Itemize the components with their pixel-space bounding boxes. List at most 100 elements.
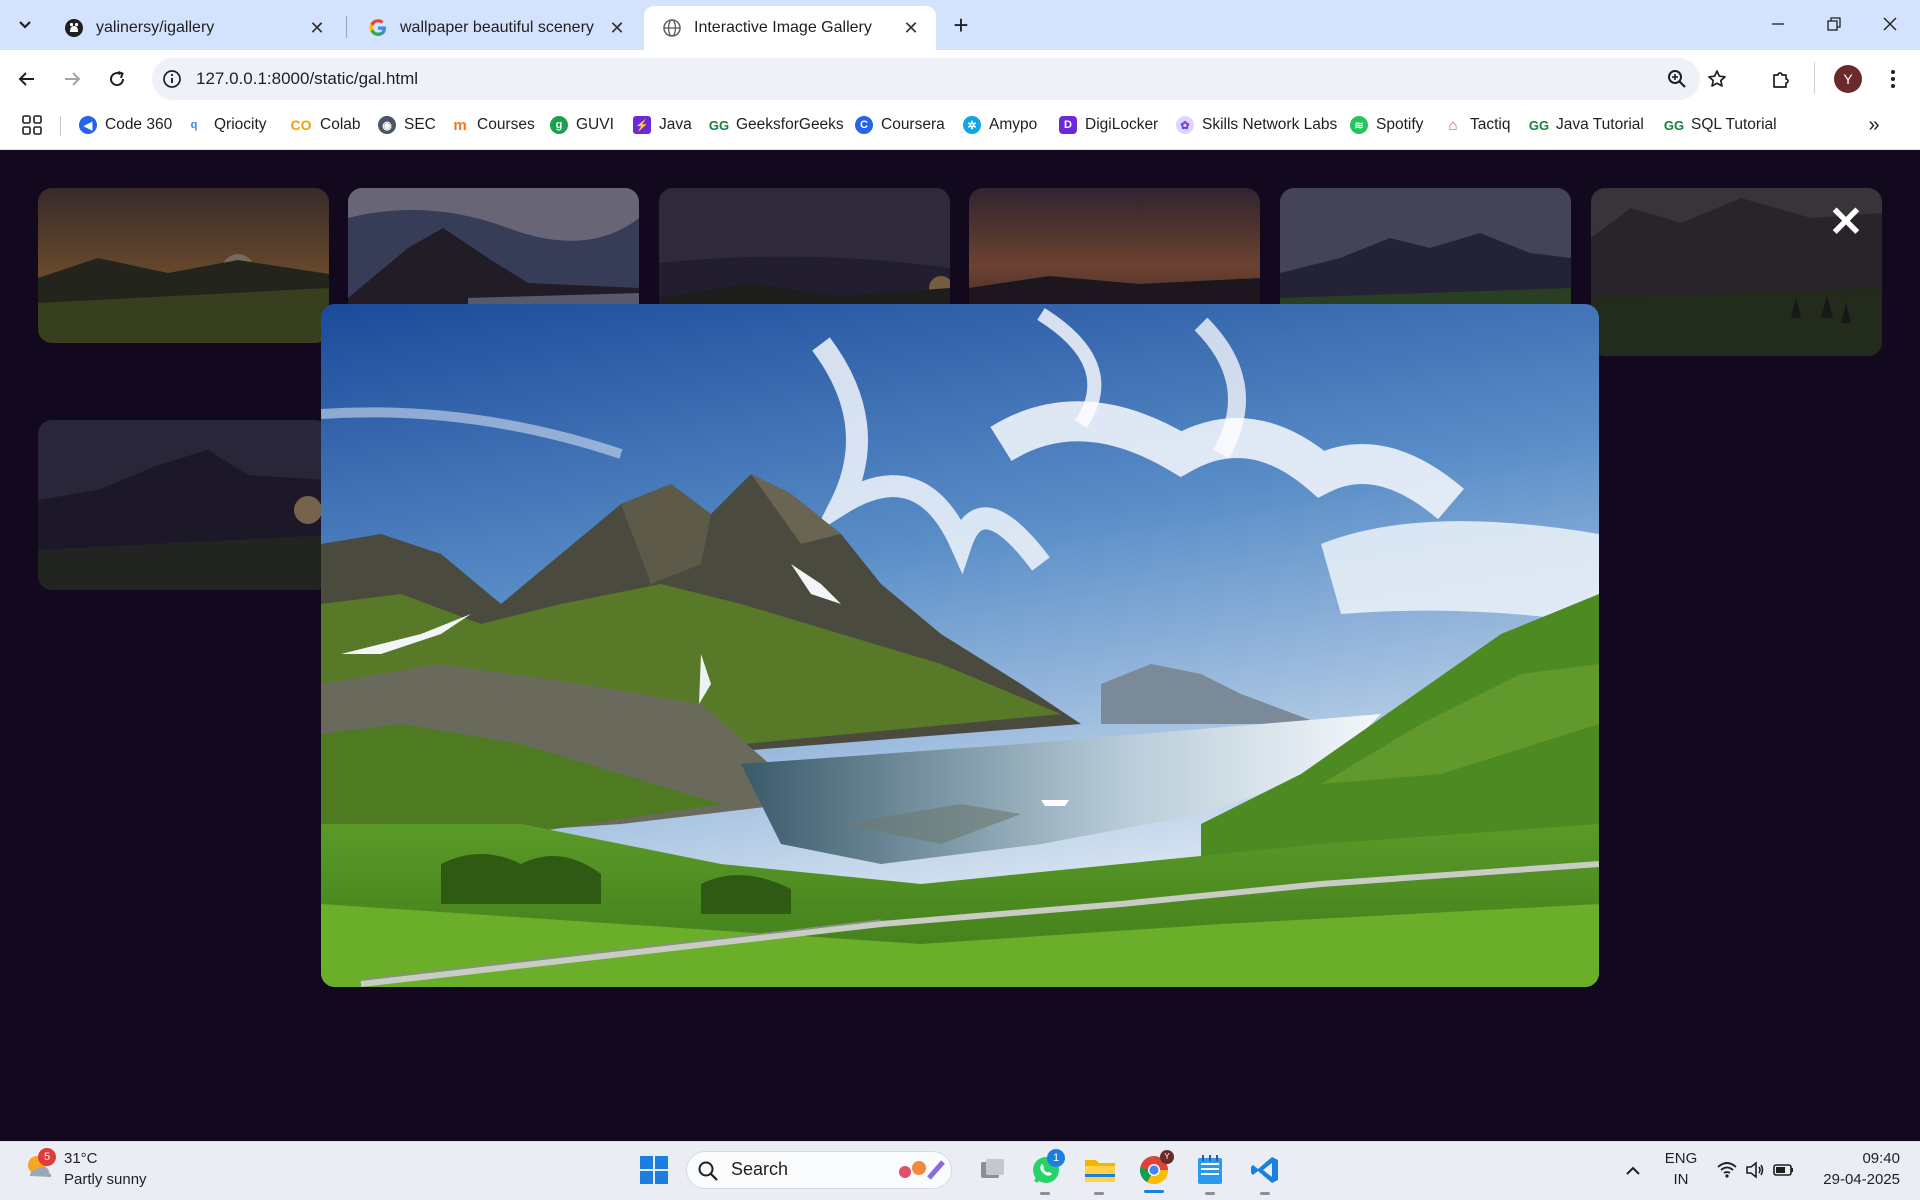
- clock-date[interactable]: 29-04-2025: [1806, 1171, 1900, 1188]
- bookmark-label: GUVI: [576, 116, 614, 133]
- bookmark-java[interactable]: ⚡ Java: [633, 112, 692, 138]
- close-icon: [1883, 17, 1897, 31]
- bookmark-label: Code 360: [105, 116, 173, 133]
- tab-title: Interactive Image Gallery: [694, 19, 872, 36]
- amypo-icon: ✲: [963, 116, 981, 134]
- vscode-button[interactable]: [1245, 1150, 1285, 1190]
- zoom-button[interactable]: [1660, 62, 1694, 96]
- weather-desc[interactable]: Partly sunny: [64, 1171, 147, 1188]
- clock-time[interactable]: 09:40: [1806, 1150, 1900, 1167]
- bookmark-colab[interactable]: CO Colab: [290, 112, 361, 138]
- bookmark-star-button[interactable]: [1700, 62, 1734, 96]
- coursera-icon: C: [855, 116, 873, 134]
- close-tab-icon[interactable]: ✕: [306, 17, 328, 39]
- reload-icon: [110, 71, 125, 87]
- tab-github[interactable]: yalinersy/igallery ✕: [46, 6, 342, 50]
- gfg-icon: GG: [1663, 117, 1685, 133]
- language-top[interactable]: ENG: [1660, 1150, 1702, 1167]
- gallery-thumbnail[interactable]: [38, 420, 329, 590]
- weather-temp[interactable]: 31°C: [64, 1150, 98, 1167]
- bookmark-label: Coursera: [881, 116, 945, 133]
- bookmark-sec[interactable]: ◉ SEC: [378, 112, 436, 138]
- tab-divider: [346, 16, 347, 38]
- bookmark-skills-network-labs[interactable]: ✿ Skills Network Labs: [1176, 112, 1337, 138]
- gallery-thumbnail[interactable]: [38, 188, 329, 343]
- bookmark-tactiq[interactable]: ⌂ Tactiq: [1444, 112, 1510, 138]
- bookmark-java-tutorial[interactable]: GG Java Tutorial: [1529, 112, 1644, 138]
- bookmark-coursera[interactable]: C Coursera: [855, 112, 945, 138]
- forward-button[interactable]: [55, 62, 89, 96]
- bookmark-amypo[interactable]: ✲ Amypo: [963, 112, 1037, 138]
- bookmark-code360[interactable]: ◀ Code 360: [79, 112, 172, 138]
- digilocker-icon: D: [1059, 116, 1077, 134]
- search-label: Search: [731, 1159, 789, 1179]
- bookmark-label: GeeksforGeeks: [736, 116, 844, 133]
- bookmark-label: DigiLocker: [1085, 116, 1159, 133]
- running-indicator: [1040, 1192, 1050, 1195]
- file-explorer-button[interactable]: [1080, 1150, 1120, 1190]
- courses-icon: m: [453, 116, 467, 134]
- notepad-button[interactable]: [1190, 1150, 1230, 1190]
- tab-title: wallpaper beautiful scenery mo: [400, 19, 598, 36]
- weather-badge: 5: [38, 1148, 56, 1166]
- gfg-icon: GG: [708, 117, 730, 133]
- language-bottom[interactable]: IN: [1660, 1171, 1702, 1188]
- toolbar-divider: [1814, 62, 1815, 94]
- bookmark-label: SEC: [404, 116, 436, 133]
- windows-icon: [640, 1156, 668, 1184]
- chrome-profile-badge: Y: [1160, 1150, 1174, 1164]
- tab-gallery-active[interactable]: Interactive Image Gallery ✕: [644, 6, 936, 50]
- github-icon: [64, 18, 84, 38]
- bookmarks-divider: [60, 116, 61, 136]
- chevron-down-icon: [19, 21, 31, 29]
- tab-google-search[interactable]: wallpaper beautiful scenery mo ✕: [350, 6, 642, 50]
- bookmark-spotify[interactable]: ≋ Spotify: [1350, 112, 1423, 138]
- arrow-right-icon: [65, 72, 81, 86]
- url-text[interactable]: 127.0.0.1:8000/static/gal.html: [196, 69, 418, 89]
- task-view-icon: [981, 1159, 1004, 1178]
- skills-network-icon: ✿: [1176, 116, 1194, 134]
- guvi-icon: g: [550, 116, 568, 134]
- bookmark-label: Amypo: [989, 116, 1038, 133]
- volume-icon[interactable]: [1744, 1159, 1766, 1181]
- restore-button[interactable]: [1806, 0, 1862, 48]
- bookmark-qriocity[interactable]: q Qriocity: [188, 112, 267, 138]
- close-tab-icon[interactable]: ✕: [606, 17, 628, 39]
- profile-avatar[interactable]: Y: [1834, 65, 1862, 93]
- bookmark-label: Skills Network Labs: [1202, 116, 1338, 133]
- more-bookmarks-icon[interactable]: »: [1862, 114, 1886, 136]
- wifi-icon[interactable]: [1716, 1159, 1738, 1181]
- start-button[interactable]: [634, 1150, 674, 1190]
- bookmark-digilocker[interactable]: D DigiLocker: [1059, 112, 1158, 138]
- whatsapp-badge: 1: [1047, 1149, 1065, 1167]
- bookmark-courses[interactable]: m Courses: [451, 112, 535, 138]
- code360-icon: ◀: [79, 116, 97, 134]
- site-info-icon[interactable]: [161, 68, 183, 90]
- close-modal-button[interactable]: ✕: [1826, 201, 1866, 243]
- back-button[interactable]: [10, 62, 44, 96]
- minimize-button[interactable]: [1750, 0, 1806, 48]
- modal-image: [321, 304, 1599, 987]
- qriocity-icon: q: [190, 119, 198, 131]
- task-view-button[interactable]: [972, 1150, 1012, 1190]
- running-indicator: [1094, 1192, 1104, 1195]
- active-app-indicator: [1144, 1190, 1164, 1193]
- browser-menu-button[interactable]: [1876, 62, 1910, 96]
- battery-icon[interactable]: [1772, 1159, 1796, 1181]
- reload-button[interactable]: [100, 62, 134, 96]
- tab-title: yalinersy/igallery: [96, 19, 215, 36]
- bookmark-sql-tutorial[interactable]: GG SQL Tutorial: [1663, 112, 1777, 138]
- colab-icon: CO: [290, 117, 312, 133]
- apps-grid-icon[interactable]: [21, 114, 43, 136]
- bookmark-geeksforgeeks[interactable]: GG GeeksforGeeks: [708, 112, 844, 138]
- tab-search-button[interactable]: [10, 10, 40, 40]
- extensions-button[interactable]: [1764, 62, 1798, 96]
- close-window-button[interactable]: [1862, 0, 1918, 48]
- bookmark-guvi[interactable]: g GUVI: [550, 112, 614, 138]
- close-tab-icon[interactable]: ✕: [900, 17, 922, 39]
- bookmark-label: Courses: [477, 116, 535, 133]
- running-indicator: [1205, 1192, 1215, 1195]
- chevron-up-icon[interactable]: [1622, 1160, 1644, 1182]
- puzzle-icon: [1773, 72, 1789, 88]
- new-tab-button[interactable]: +: [944, 10, 978, 40]
